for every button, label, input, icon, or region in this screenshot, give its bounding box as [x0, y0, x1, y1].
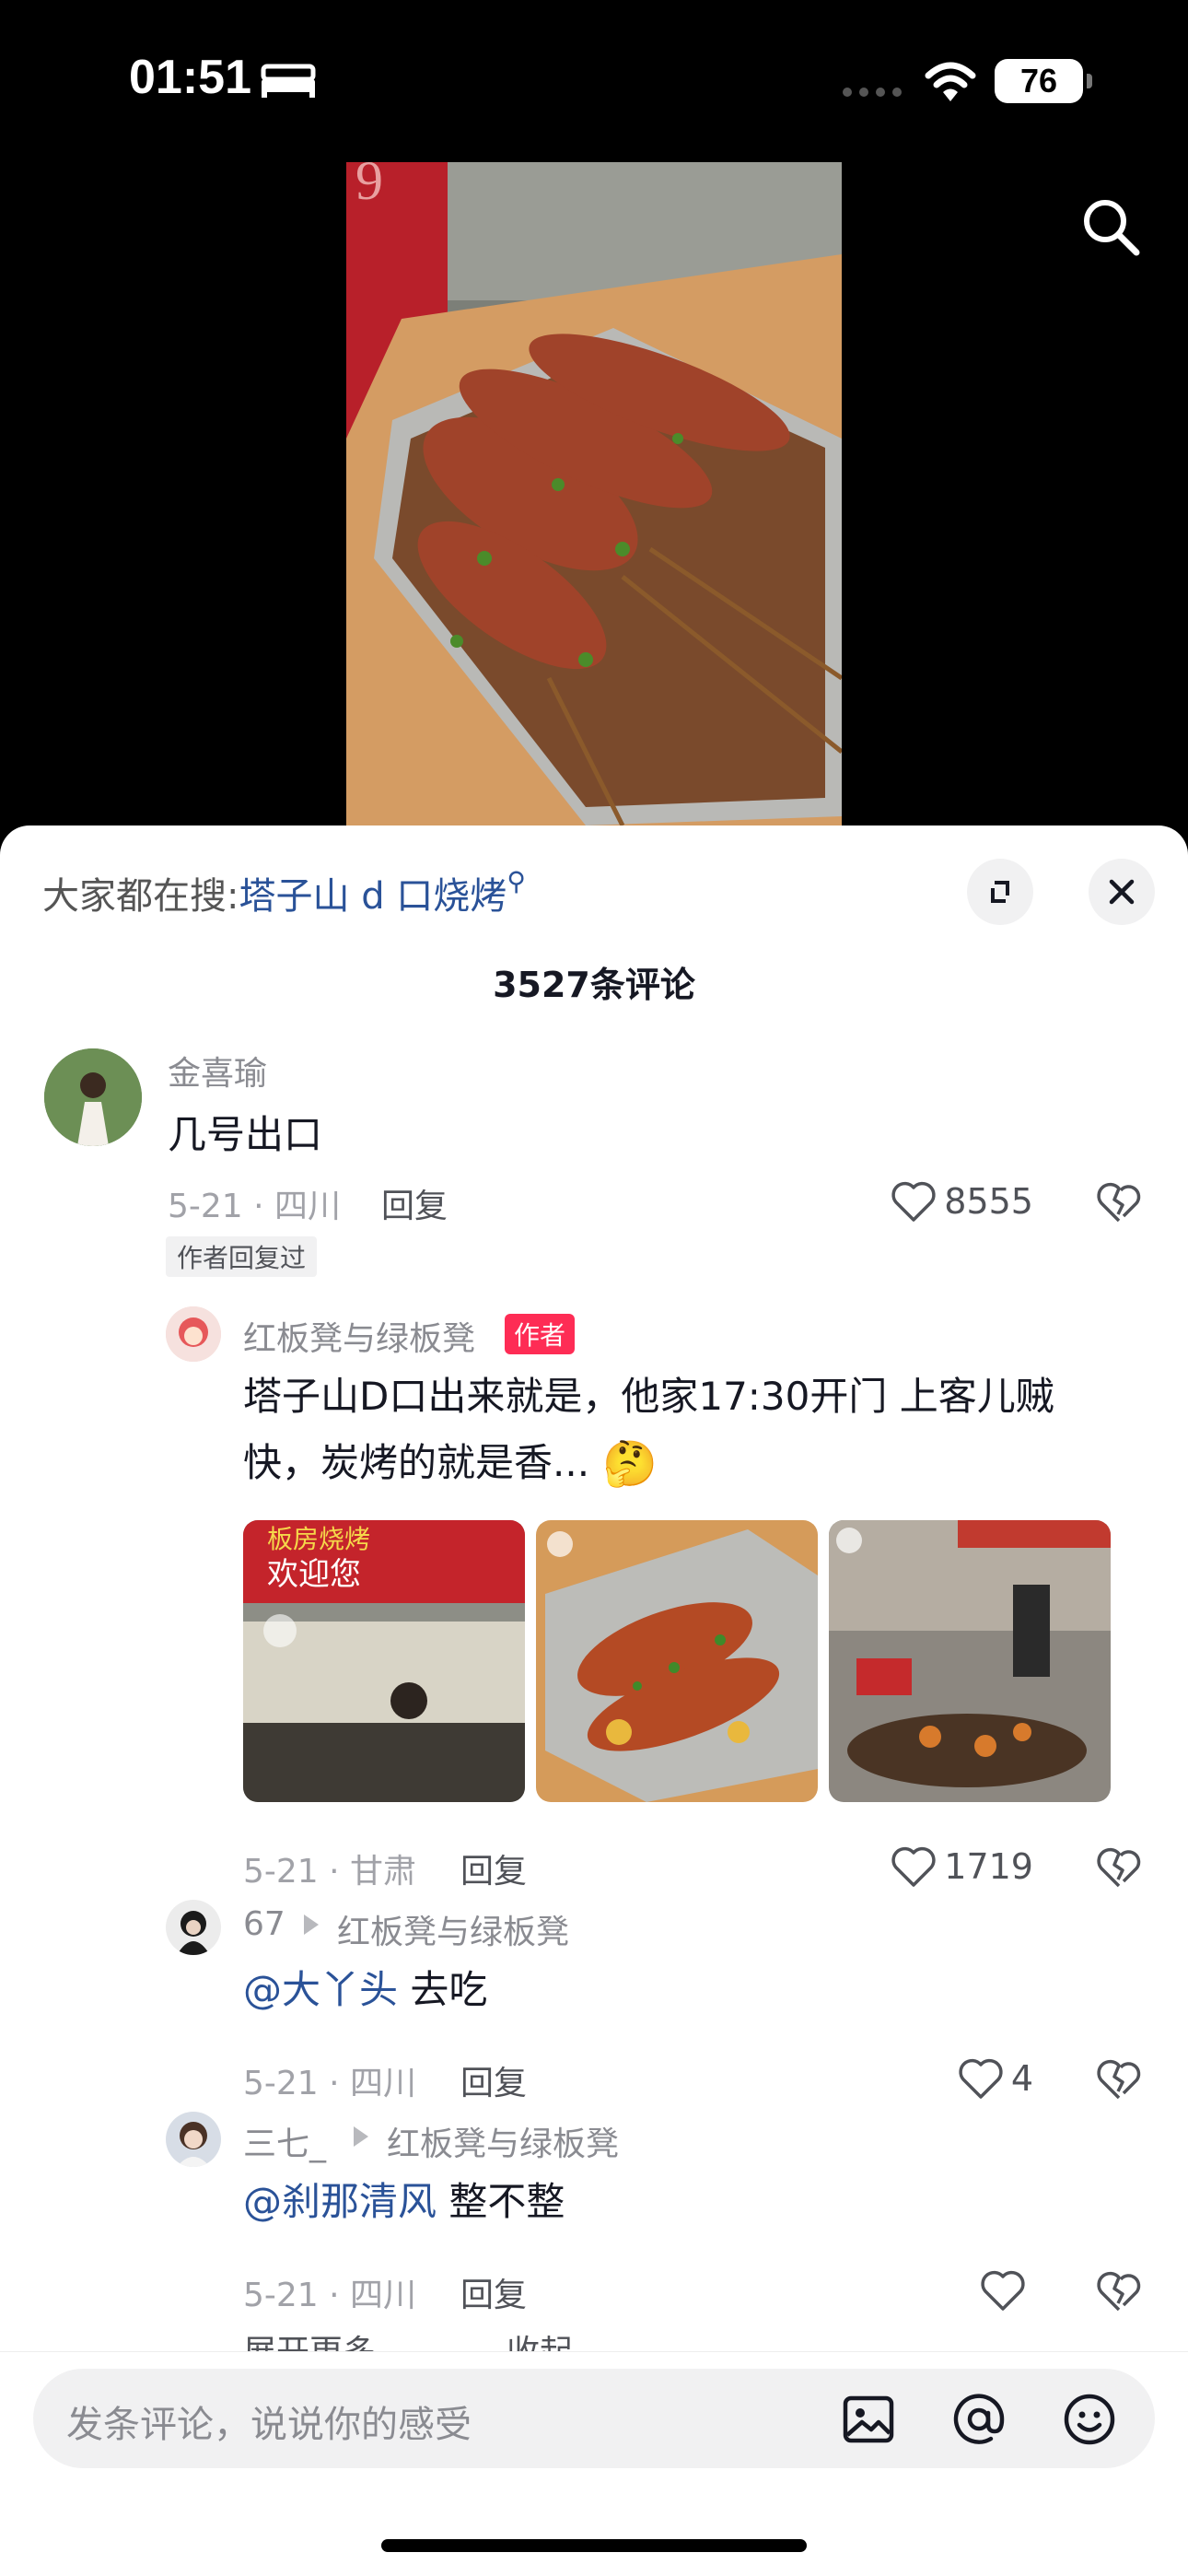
broken-heart-icon[interactable]: [1096, 1179, 1142, 1225]
reply-text[interactable]: 塔子山D口出来就是，他家17:30开门 上客儿贼: [243, 1364, 1054, 1430]
reply-date: 5-21 · 甘肃: [243, 1853, 417, 1891]
like-button[interactable]: [829, 2265, 1033, 2316]
status-time: 01:51: [129, 51, 251, 104]
reply-button[interactable]: 回复: [460, 1844, 527, 1892]
comment-date: 5-21 · 四川: [168, 1188, 342, 1225]
heart-icon: [981, 2270, 1025, 2311]
small-search-icon: ⚲: [507, 866, 526, 896]
reply-text-body: 整不整: [437, 2179, 565, 2224]
signal-dots-icon: [843, 88, 902, 97]
emoji-icon[interactable]: [1061, 2391, 1118, 2448]
comment-input[interactable]: 发条评论，说说你的感受: [33, 2369, 1155, 2468]
heart-icon: [891, 1846, 936, 1887]
heart-icon: [891, 1181, 936, 1222]
avatar[interactable]: [166, 1306, 221, 1362]
like-count: 8555: [944, 1181, 1033, 1222]
mention-link[interactable]: @大丫头: [243, 1967, 398, 2012]
reply-to-username[interactable]: 红板凳与绿板凳: [387, 2117, 619, 2165]
reply-image-2[interactable]: [536, 1520, 818, 1802]
reply-button[interactable]: 回复: [460, 2056, 527, 2104]
close-button[interactable]: [1089, 859, 1155, 925]
comment-text[interactable]: 几号出口: [168, 1102, 322, 1168]
reply-to-username[interactable]: 红板凳与绿板凳: [337, 1905, 569, 1953]
expand-icon: [991, 881, 1009, 903]
bed-icon: [261, 64, 316, 98]
reply-text[interactable]: @大丫头 去吃: [243, 1957, 487, 2023]
svg-text:9: 9: [355, 162, 383, 211]
like-button[interactable]: 1719: [829, 1841, 1033, 1892]
reply-date: 5-21 · 四川: [243, 2065, 417, 2102]
like-count: 4: [1010, 2058, 1033, 2099]
hot-search-keyword[interactable]: 塔子山 d 口烧烤: [239, 875, 507, 918]
like-button[interactable]: 8555: [829, 1176, 1033, 1227]
reply-username[interactable]: 67: [243, 1905, 285, 1943]
status-bar: 01:51 76: [0, 0, 1188, 157]
skewer-food-image: 9: [346, 162, 842, 825]
home-indicator[interactable]: [381, 2539, 807, 2552]
reply-username[interactable]: 三七_: [243, 2117, 326, 2165]
comment-input-placeholder: 发条评论，说说你的感受: [66, 2404, 472, 2446]
author-badge: 作者: [505, 1314, 576, 1354]
broken-heart-icon[interactable]: [1096, 2268, 1142, 2314]
reply-button[interactable]: 回复: [381, 1179, 448, 1227]
reply-to-arrow-icon: [354, 2126, 368, 2147]
reply-image-3[interactable]: [829, 1520, 1111, 1802]
battery-icon: 76: [995, 59, 1092, 103]
reply-button[interactable]: 回复: [460, 2268, 527, 2316]
reply-to-arrow-icon: [304, 1914, 319, 1935]
video-frame[interactable]: 9: [346, 162, 842, 825]
thinking-emoji: 🤔: [602, 1438, 658, 1490]
reply-username[interactable]: 红板凳与绿板凳: [243, 1312, 475, 1360]
like-button[interactable]: 4: [829, 2053, 1033, 2104]
like-count: 1719: [944, 1846, 1033, 1887]
at-icon[interactable]: [950, 2391, 1007, 2448]
reply-text-line2[interactable]: 快，炭烤的就是香...: [243, 1430, 589, 1496]
broken-heart-icon[interactable]: [1096, 1844, 1142, 1891]
heart-icon: [959, 2058, 1003, 2099]
wifi-icon: [925, 62, 976, 101]
broken-heart-icon[interactable]: [1096, 2056, 1142, 2102]
hot-search-prefix: 大家都在搜:: [42, 875, 239, 918]
comment-count: 3527条评论: [493, 965, 695, 1005]
reply-date: 5-21 · 四川: [243, 2277, 417, 2314]
avatar[interactable]: [166, 2112, 221, 2167]
reply-text[interactable]: @刹那清风 整不整: [243, 2169, 565, 2235]
comment-sheet: 大家都在搜:塔子山 d 口烧烤⚲ 3527条评论 金喜瑜 几号出口 5-21 ·…: [0, 825, 1188, 2576]
expand-button[interactable]: [967, 859, 1033, 925]
avatar[interactable]: [166, 1900, 221, 1955]
close-icon: [1109, 879, 1135, 905]
reply-text-body: 去吃: [398, 1967, 488, 2012]
svg-text:板房烧烤: 板房烧烤: [267, 1524, 370, 1554]
search-icon[interactable]: [1077, 193, 1144, 260]
hot-search[interactable]: 大家都在搜:塔子山 d 口烧烤⚲: [42, 866, 526, 919]
mention-link[interactable]: @刹那清风: [243, 2179, 437, 2224]
image-icon[interactable]: [840, 2391, 897, 2448]
reply-image-1[interactable]: 板房烧烤 欢迎您: [243, 1520, 525, 1802]
avatar[interactable]: [44, 1048, 142, 1146]
author-replied-tag: 作者回复过: [166, 1236, 318, 1277]
svg-text:欢迎您: 欢迎您: [267, 1556, 361, 1593]
comment-username[interactable]: 金喜瑜: [168, 1047, 267, 1095]
